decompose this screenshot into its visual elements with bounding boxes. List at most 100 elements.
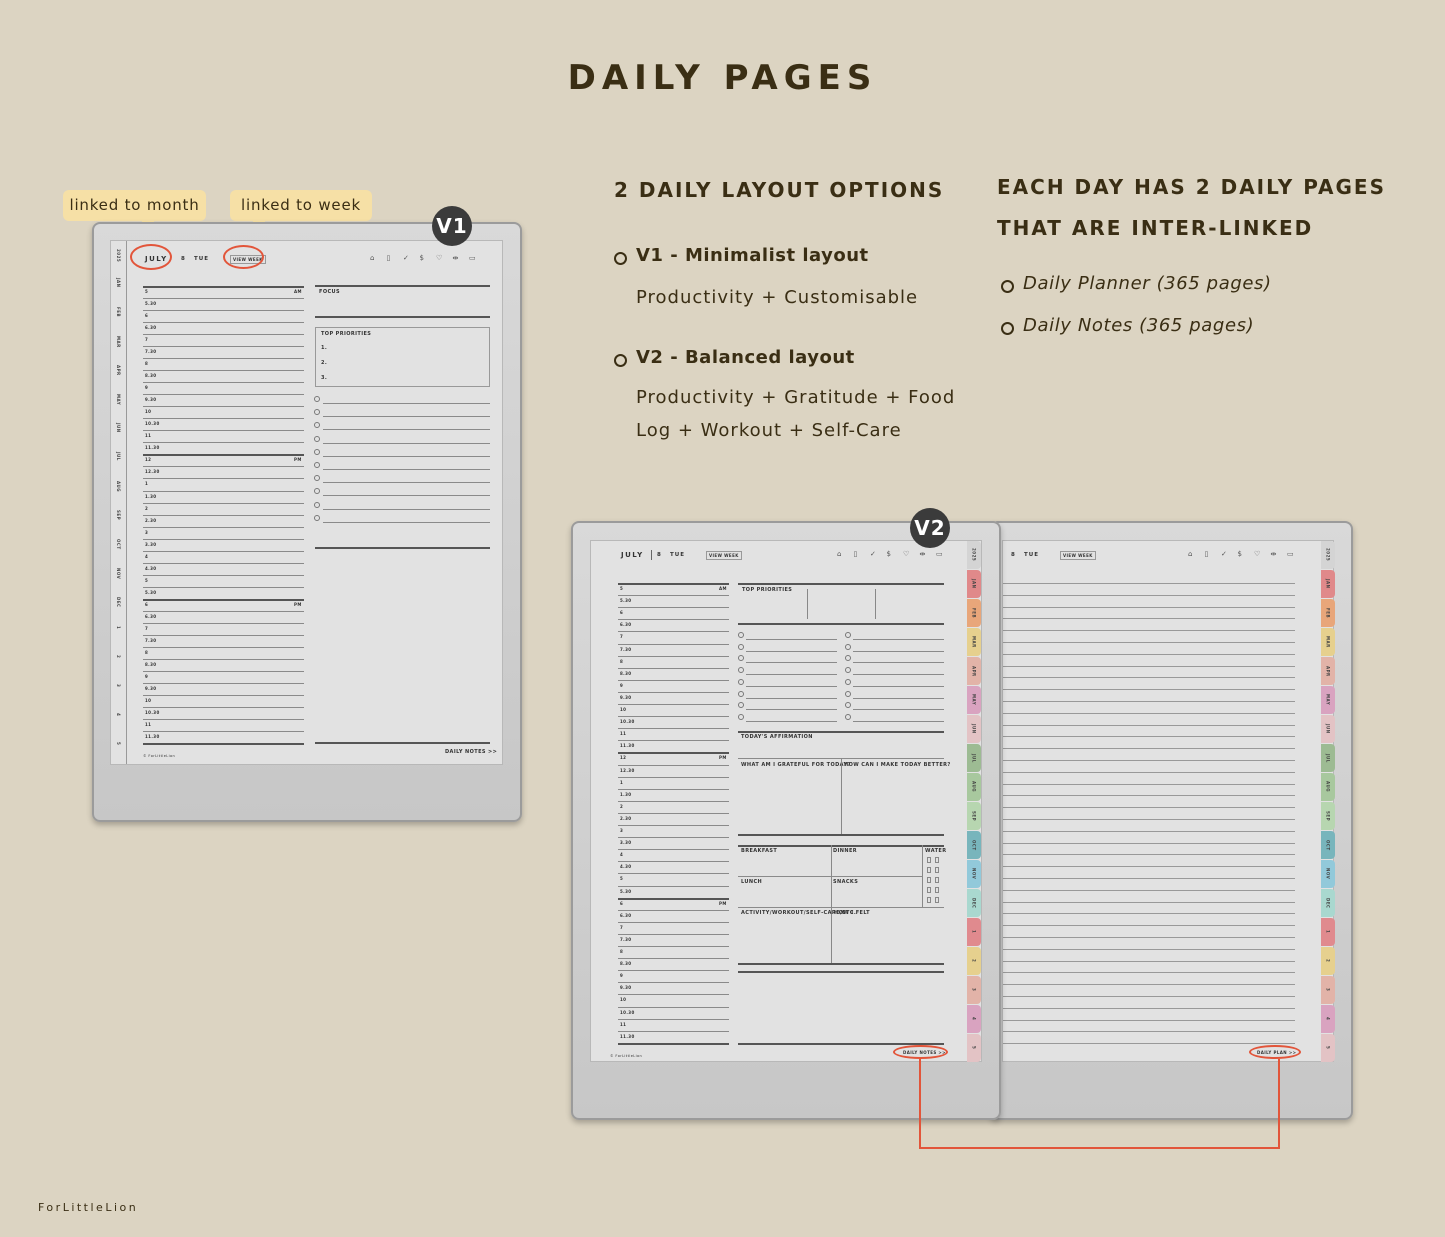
tab-jun[interactable]: JUN xyxy=(967,715,981,743)
tab-2[interactable]: 2 xyxy=(1321,947,1335,975)
tab-nov[interactable]: NOV xyxy=(967,860,981,888)
tab-aug[interactable]: AUG xyxy=(1321,773,1335,801)
task-checkbox[interactable] xyxy=(314,396,320,402)
task-checkbox[interactable] xyxy=(314,462,320,468)
heart-icon[interactable]: ♡ xyxy=(436,254,442,262)
sidebar-link-3[interactable]: 3 xyxy=(116,684,121,687)
task-checkbox[interactable] xyxy=(738,678,744,685)
dollar-icon[interactable]: $ xyxy=(420,254,424,262)
task-checkbox[interactable] xyxy=(845,643,851,650)
sidebar-link-dec[interactable]: DEC xyxy=(116,597,121,608)
tab-oct[interactable]: OCT xyxy=(1321,831,1335,859)
tab-5[interactable]: 5 xyxy=(1321,1034,1335,1062)
tab-3[interactable]: 3 xyxy=(967,976,981,1004)
task-checkbox[interactable] xyxy=(738,713,744,720)
task-checkbox[interactable] xyxy=(738,690,744,697)
task-checkbox[interactable] xyxy=(314,488,320,495)
sidebar-link-jan[interactable]: JAN xyxy=(116,278,121,287)
task-checkbox[interactable] xyxy=(845,632,851,638)
sidebar-link-1[interactable]: 1 xyxy=(116,626,121,629)
dollar-icon[interactable]: $ xyxy=(1238,550,1242,558)
tab-feb[interactable]: FEB xyxy=(1321,599,1335,627)
tab-mar[interactable]: MAR xyxy=(967,628,981,656)
task-checkbox[interactable] xyxy=(845,713,851,720)
tab-dec[interactable]: DEC xyxy=(1321,889,1335,917)
tab-2025[interactable]: 2025 xyxy=(1321,541,1335,569)
tab-sep[interactable]: SEP xyxy=(967,802,981,830)
water-glass-checkbox[interactable] xyxy=(927,887,931,893)
tab-jan[interactable]: JAN xyxy=(967,570,981,598)
tab-jun[interactable]: JUN xyxy=(1321,715,1335,743)
water-glass-checkbox[interactable] xyxy=(935,857,939,863)
water-glass-checkbox[interactable] xyxy=(927,877,931,883)
task-checkbox[interactable] xyxy=(845,690,851,697)
tab-jan[interactable]: JAN xyxy=(1321,570,1335,598)
dollar-icon[interactable]: $ xyxy=(887,550,891,558)
tab-apr[interactable]: APR xyxy=(1321,657,1335,685)
calendar-icon[interactable]: ▭ xyxy=(469,254,476,262)
tab-4[interactable]: 4 xyxy=(967,1005,981,1033)
task-checkbox[interactable] xyxy=(314,435,320,442)
tab-jul[interactable]: JUL xyxy=(967,744,981,772)
document-icon[interactable]: ▯ xyxy=(1205,550,1209,558)
tab-mar[interactable]: MAR xyxy=(1321,628,1335,656)
calendar-icon[interactable]: ▭ xyxy=(1287,550,1294,558)
task-checkbox[interactable] xyxy=(314,409,320,416)
water-glass-checkbox[interactable] xyxy=(927,857,931,863)
sidebar-link-nov[interactable]: NOV xyxy=(116,568,121,579)
sidebar-link-aug[interactable]: AUG xyxy=(116,481,121,492)
tab-1[interactable]: 1 xyxy=(967,918,981,946)
task-checkbox[interactable] xyxy=(314,448,320,455)
home-icon[interactable]: ⌂ xyxy=(1188,550,1192,558)
water-glass-checkbox[interactable] xyxy=(927,897,931,903)
sidebar-link-jun[interactable]: JUN xyxy=(116,423,121,433)
task-checkbox[interactable] xyxy=(845,702,851,709)
sidebar-link-sep[interactable]: SEP xyxy=(116,510,121,520)
check-circle-icon[interactable]: ✓ xyxy=(1221,550,1227,558)
task-checkbox[interactable] xyxy=(845,655,851,662)
water-glass-checkbox[interactable] xyxy=(935,877,939,883)
task-checkbox[interactable] xyxy=(314,422,320,429)
tab-2025[interactable]: 2025 xyxy=(967,541,981,569)
heart-icon[interactable]: ♡ xyxy=(903,550,909,558)
document-icon[interactable]: ▯ xyxy=(854,550,858,558)
tab-may[interactable]: MAY xyxy=(1321,686,1335,714)
home-icon[interactable]: ⌂ xyxy=(837,550,841,558)
water-glass-checkbox[interactable] xyxy=(935,867,939,873)
tab-4[interactable]: 4 xyxy=(1321,1005,1335,1033)
tab-dec[interactable]: DEC xyxy=(967,889,981,917)
task-checkbox[interactable] xyxy=(738,655,744,662)
home-icon[interactable]: ⌂ xyxy=(370,254,374,262)
task-checkbox[interactable] xyxy=(314,514,320,521)
sidebar-link-mar[interactable]: MAR xyxy=(116,336,121,348)
task-checkbox[interactable] xyxy=(738,643,744,650)
water-glass-checkbox[interactable] xyxy=(927,867,931,873)
dumbbell-icon[interactable]: ⇹ xyxy=(920,550,926,558)
sidebar-link-oct[interactable]: OCT xyxy=(116,539,121,550)
tab-sep[interactable]: SEP xyxy=(1321,802,1335,830)
calendar-icon[interactable]: ▭ xyxy=(936,550,943,558)
task-checkbox[interactable] xyxy=(845,678,851,685)
tab-5[interactable]: 5 xyxy=(967,1034,981,1062)
tab-feb[interactable]: FEB xyxy=(967,599,981,627)
tab-3[interactable]: 3 xyxy=(1321,976,1335,1004)
heart-icon[interactable]: ♡ xyxy=(1254,550,1260,558)
check-circle-icon[interactable]: ✓ xyxy=(403,254,409,262)
sidebar-link-5[interactable]: 5 xyxy=(116,742,121,745)
dumbbell-icon[interactable]: ⇹ xyxy=(1271,550,1277,558)
tab-nov[interactable]: NOV xyxy=(1321,860,1335,888)
dumbbell-icon[interactable]: ⇹ xyxy=(453,254,459,262)
view-week-button[interactable]: VIEW WEEK xyxy=(706,551,742,560)
task-checkbox[interactable] xyxy=(738,632,744,638)
tab-may[interactable]: MAY xyxy=(967,686,981,714)
sidebar-link-4[interactable]: 4 xyxy=(116,713,121,716)
water-glass-checkbox[interactable] xyxy=(935,897,939,903)
daily-notes-link[interactable]: DAILY NOTES >> xyxy=(445,749,497,755)
task-checkbox[interactable] xyxy=(314,475,320,482)
sidebar-link-feb[interactable]: FEB xyxy=(116,307,121,317)
tab-1[interactable]: 1 xyxy=(1321,918,1335,946)
task-checkbox[interactable] xyxy=(738,667,744,674)
sidebar-link-may[interactable]: MAY xyxy=(116,394,121,405)
month-link[interactable]: JULY xyxy=(621,551,644,559)
document-icon[interactable]: ▯ xyxy=(387,254,391,262)
